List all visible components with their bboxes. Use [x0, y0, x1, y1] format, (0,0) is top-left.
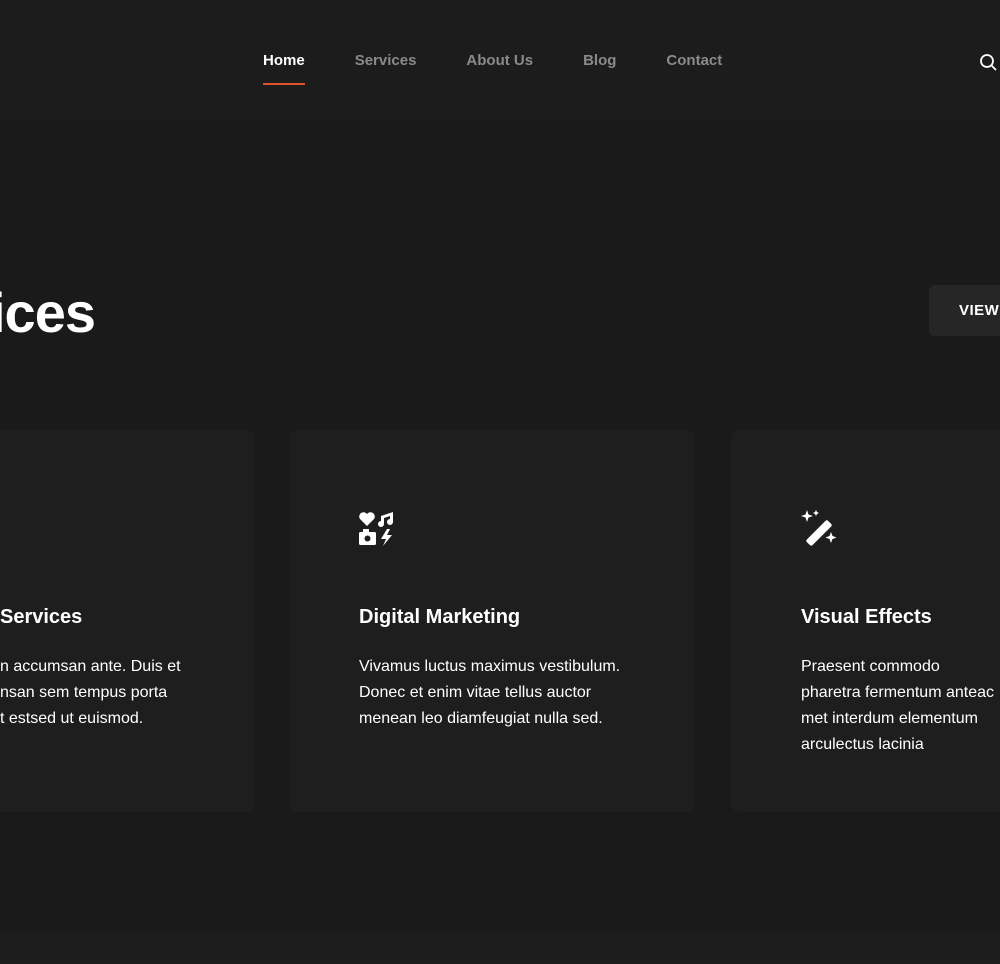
card-text: Praesent commodo pharetra fermentum ante… [801, 658, 994, 753]
footer [0, 932, 1000, 964]
media-icon [359, 512, 393, 546]
nav-services[interactable]: Services [355, 52, 417, 69]
search-icon[interactable] [979, 53, 997, 71]
view-button[interactable]: VIEW [929, 285, 1000, 336]
section-title: ices [0, 281, 96, 344]
main-nav: Home Services About Us Blog Contact [263, 52, 722, 85]
service-card: Visual Effects Praesent commodo pharetra… [731, 430, 1000, 812]
card-title: Visual Effects [801, 606, 932, 628]
header: Home Services About Us Blog Contact [0, 0, 1000, 121]
nav-home[interactable]: Home [263, 52, 305, 85]
card-text: Vivamus luctus maximus vestibulum. Donec … [359, 658, 621, 727]
nav-blog[interactable]: Blog [583, 52, 616, 69]
magic-wand-icon [801, 510, 837, 546]
service-card: Digital Marketing Vivamus luctus maximus… [289, 430, 695, 812]
card-title: Digital Marketing [359, 606, 521, 628]
nav-contact[interactable]: Contact [666, 52, 722, 69]
card-title: Services [0, 606, 83, 628]
card-text: n accumsan ante. Duis et nsan sem tempus … [0, 658, 181, 727]
nav-about[interactable]: About Us [466, 52, 533, 69]
service-card: Services n accumsan ante. Duis et nsan se… [0, 430, 254, 812]
